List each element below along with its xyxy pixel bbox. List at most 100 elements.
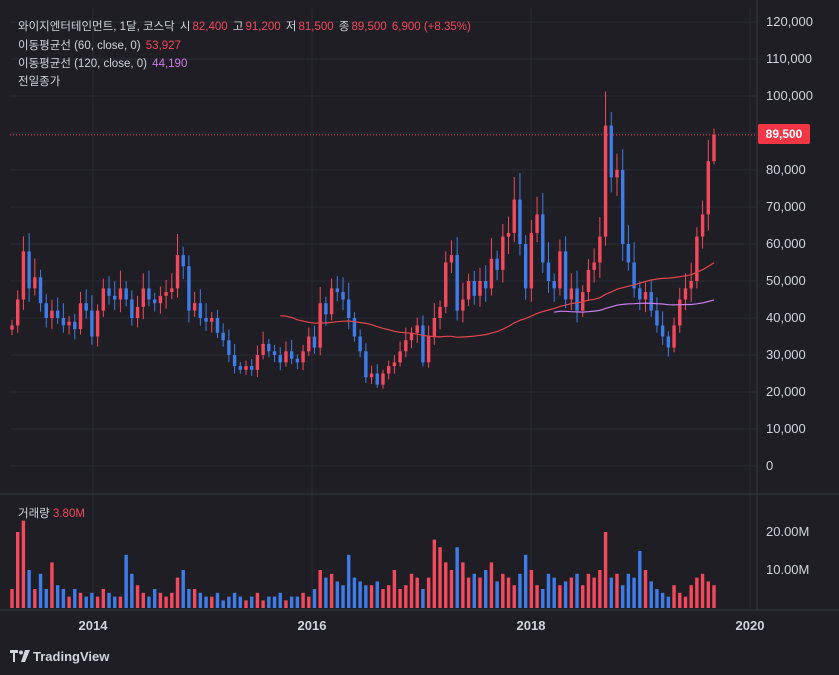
volume-bar (615, 573, 619, 608)
candle-body (164, 292, 168, 296)
volume-bar (61, 589, 66, 608)
volume-bar (130, 573, 134, 608)
volume-bar (392, 570, 397, 608)
candle-body (706, 161, 711, 215)
candle-body (620, 170, 625, 244)
candle-body (643, 292, 648, 300)
candle-body (335, 288, 340, 293)
volume-bar (181, 570, 185, 608)
candle-body (489, 258, 494, 289)
candle-body (90, 310, 94, 337)
candle-body (192, 303, 197, 311)
candle-body (295, 358, 300, 363)
volume-bar (95, 596, 100, 608)
volume-bar (626, 573, 631, 608)
volume-bar (10, 589, 14, 608)
candle-body (324, 303, 328, 315)
price-tick-label: 10,000 (766, 421, 806, 436)
candle-body (546, 262, 551, 281)
legend-ohlc: 와이지엔터테인먼트, 1달, 코스닥 시 82,400 고 91,200 저 81,5… (18, 18, 473, 34)
legend-prev-close[interactable]: 전일종가 (18, 73, 62, 89)
candle-body (113, 295, 117, 300)
volume-bar (192, 589, 197, 608)
volume-legend[interactable]: 거래량 3.80M (18, 505, 85, 521)
candle-body (558, 251, 562, 289)
volume-bar (33, 589, 37, 608)
volume-bar (466, 577, 471, 608)
volume-bar (649, 581, 653, 608)
volume-bar (409, 573, 414, 608)
volume-bar (438, 547, 442, 608)
candle-body (364, 351, 368, 378)
candle-body (312, 336, 317, 348)
candle-body (318, 303, 322, 348)
candle-body (249, 366, 254, 370)
candle-body (307, 336, 311, 352)
volume-bar (364, 585, 368, 608)
price-tick-label: 50,000 (766, 273, 806, 288)
candle-body (461, 299, 465, 311)
time-tick-label: 2020 (736, 618, 765, 633)
candle-body (267, 343, 271, 352)
symbol-title: 와이지엔터테인먼트, 1달, 코스닥 (18, 21, 175, 33)
candle-body (552, 281, 556, 289)
volume-bar (249, 596, 254, 608)
tradingview-logo-icon (10, 650, 30, 662)
volume-bar (563, 581, 568, 608)
volume-bar (620, 585, 625, 608)
price-chart[interactable]: 0 10,000 20,000 30,000 40,000 50,000 60,000 70,… (0, 0, 839, 675)
candle-body (73, 321, 77, 330)
chart-container[interactable]: 0 10,000 20,000 30,000 40,000 50,000 60,000 70,… (0, 0, 839, 675)
volume-bar (592, 577, 596, 608)
candle-body (472, 281, 477, 296)
volume-bar (518, 573, 522, 608)
volume-bar (255, 592, 260, 608)
candle-body (141, 288, 145, 307)
volume-bar (398, 589, 402, 608)
volume-bar (198, 592, 203, 608)
volume-bar (483, 570, 488, 608)
volume-bar (358, 581, 362, 608)
volume-bar (267, 596, 271, 608)
candle-body (238, 366, 243, 370)
candle-body (33, 277, 37, 289)
candle-body (329, 288, 334, 315)
candle-body (695, 236, 699, 281)
volume-bar (147, 596, 151, 608)
candle-body (261, 343, 265, 355)
volume-bar (50, 562, 54, 608)
candle-body (592, 262, 596, 270)
candle-body (375, 373, 379, 385)
time-tick-label: 2016 (298, 618, 327, 633)
candle-body (369, 373, 374, 378)
volume-bar (512, 585, 516, 608)
brand-name: TradingView (33, 649, 110, 664)
legend-ma120[interactable]: 이동평균선 (120, close, 0) 44,190 (18, 55, 189, 71)
volume-bar (164, 596, 168, 608)
price-tick-label: 120,000 (766, 14, 813, 29)
volume-bar (432, 539, 437, 608)
close-label: 종 (338, 21, 350, 33)
volume-bar (210, 596, 214, 608)
candle-body (478, 281, 482, 296)
candle-body (398, 351, 402, 363)
candle-body (563, 251, 568, 300)
candle-body (495, 258, 499, 270)
volume-bar (489, 562, 494, 608)
candle-body (586, 269, 591, 293)
volume-bar (295, 596, 300, 608)
legend-ma60[interactable]: 이동평균선 (60, close, 0) 53,927 (18, 37, 183, 53)
candle-body (598, 236, 602, 263)
candle-body (118, 288, 123, 300)
volume-bar (421, 589, 425, 608)
volume-bar (541, 589, 545, 608)
candle-body (67, 321, 71, 326)
candle-body (170, 288, 174, 293)
candle-body (660, 325, 665, 337)
price-tick-label: 40,000 (766, 310, 806, 325)
volume-bar (638, 551, 642, 608)
volume-bar (501, 573, 505, 608)
price-tick-label: 30,000 (766, 347, 806, 362)
volume-tick-label: 20.00M (766, 524, 809, 539)
tradingview-logo[interactable]: TradingView (10, 649, 109, 664)
